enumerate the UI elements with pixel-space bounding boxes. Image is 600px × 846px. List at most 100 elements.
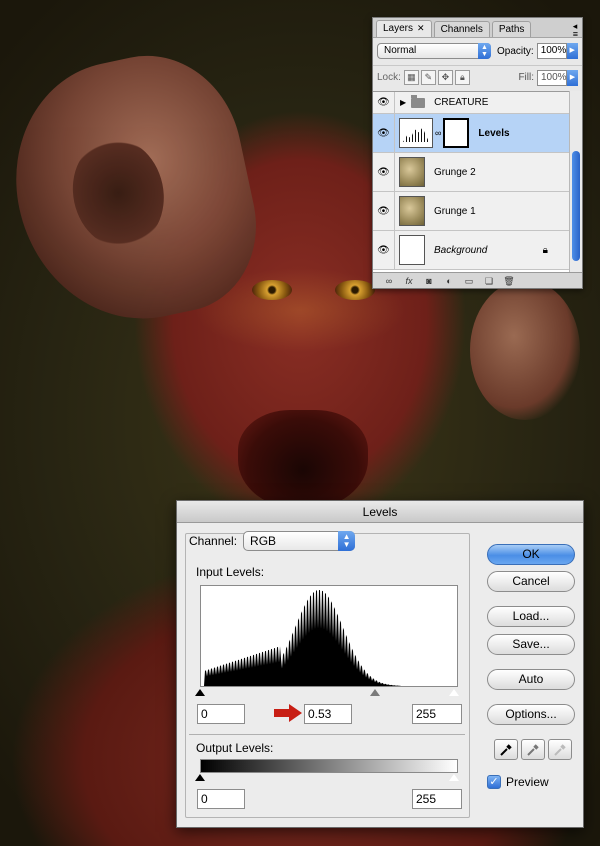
save-button[interactable]: Save...: [487, 634, 575, 655]
separator: [189, 734, 465, 735]
output-black-handle[interactable]: [195, 774, 205, 781]
select-arrows-icon: ▲ ▼: [338, 531, 356, 551]
auto-button[interactable]: Auto: [487, 669, 575, 690]
output-slider[interactable]: [195, 773, 460, 784]
input-gamma-handle[interactable]: [370, 689, 380, 696]
lock-position-icon[interactable]: ✥: [437, 70, 453, 85]
input-black-field[interactable]: 0: [197, 704, 245, 724]
layer-row-background[interactable]: 👁︎ Background 🔒︎: [373, 231, 570, 270]
channel-label: Channel:: [189, 534, 238, 548]
input-black-handle[interactable]: [195, 689, 205, 696]
layer-name: Grunge 2: [434, 166, 476, 178]
right-eye-image: [335, 280, 375, 300]
lock-row: Lock: ▦ ✎ ✥ 🔒︎ Fill: 100% ▶: [373, 65, 582, 89]
fill-label: Fill:: [518, 72, 534, 83]
opacity-label: Opacity:: [497, 45, 534, 57]
white-eyedropper-icon[interactable]: [548, 739, 572, 760]
layer-row-levels[interactable]: 👁︎ ∞ Levels: [373, 114, 570, 153]
mouth-image: [238, 410, 368, 510]
lock-transparency-icon[interactable]: ▦: [403, 70, 419, 85]
close-icon[interactable]: ✕: [417, 23, 425, 33]
link-layers-icon[interactable]: ∞: [379, 275, 399, 287]
layer-name: Levels: [478, 127, 510, 139]
panel-menu-icon[interactable]: ◂ ≡: [573, 22, 578, 39]
layer-row-creature[interactable]: 👁︎ ▶ CREATURE: [373, 92, 570, 114]
input-slider[interactable]: [195, 688, 460, 699]
tab-paths-label: Paths: [498, 24, 525, 35]
input-white-handle[interactable]: [448, 688, 460, 697]
input-white-field[interactable]: 255: [412, 704, 462, 724]
histogram: [200, 585, 458, 687]
panel-tab-bar: Layers ✕ Channels Paths ◂ ≡: [373, 18, 582, 39]
red-arrow-icon: [274, 704, 302, 722]
layers-panel: Layers ✕ Channels Paths ◂ ≡ Normal ▲ ▼ Opac…: [372, 17, 583, 289]
levels-dialog: Levels Channel: RGB ▲ ▼ Input Levels: 0 0…: [176, 500, 584, 828]
scrollbar-thumb[interactable]: [572, 151, 580, 261]
expand-triangle-icon[interactable]: ▶: [400, 98, 406, 107]
output-white-handle[interactable]: [448, 773, 460, 782]
visibility-eye-icon[interactable]: 👁︎: [373, 114, 395, 152]
layer-mask-thumbnail[interactable]: [443, 118, 470, 148]
folder-icon: [411, 94, 426, 108]
gray-eyedropper-icon[interactable]: [521, 739, 545, 760]
adjustment-layer-icon[interactable]: ◐: [439, 275, 459, 287]
blend-row: Normal ▲ ▼ Opacity: 100% ▶: [373, 40, 582, 62]
layer-thumbnail: [399, 196, 425, 226]
tab-channels[interactable]: Channels: [433, 21, 490, 37]
opacity-slider-arrow-icon[interactable]: ▶: [566, 43, 578, 59]
tab-paths[interactable]: Paths: [491, 21, 532, 37]
layers-scrollbar[interactable]: [569, 91, 582, 273]
output-levels-label: Output Levels:: [196, 741, 274, 755]
dialog-title: Levels: [177, 501, 583, 523]
visibility-eye-icon[interactable]: 👁︎: [373, 192, 395, 230]
visibility-eye-icon[interactable]: 👁︎: [373, 153, 395, 191]
ok-button[interactable]: OK: [487, 544, 575, 565]
lock-all-icon[interactable]: 🔒︎: [454, 70, 470, 85]
lock-brush-icon[interactable]: ✎: [420, 70, 436, 85]
layer-row-grunge-2[interactable]: 👁︎ Grunge 2: [373, 153, 570, 192]
channel-value: RGB: [250, 534, 277, 548]
preview-row: ✓ Preview: [487, 775, 549, 789]
opacity-input[interactable]: 100%: [536, 43, 567, 59]
tab-layers-label: Layers: [383, 23, 414, 34]
output-black-field[interactable]: 0: [197, 789, 245, 809]
load-button[interactable]: Load...: [487, 606, 575, 627]
lock-icon: 🔒︎: [542, 244, 548, 256]
fill-slider-arrow-icon[interactable]: ▶: [567, 69, 578, 86]
blend-mode-value: Normal: [384, 45, 417, 56]
layer-thumbnail: [399, 235, 425, 265]
options-button[interactable]: Options...: [487, 704, 575, 725]
histogram-graph: [201, 590, 457, 686]
output-white-field[interactable]: 255: [412, 789, 462, 809]
layer-thumbnail: [399, 157, 425, 187]
output-gradient-bar: [200, 759, 458, 773]
layer-row-grunge-1[interactable]: 👁︎ Grunge 1: [373, 192, 570, 231]
visibility-eye-icon[interactable]: 👁︎: [373, 231, 395, 269]
new-group-icon[interactable]: ▭: [459, 275, 479, 287]
channel-select[interactable]: RGB ▲ ▼: [243, 531, 356, 551]
channel-row: Channel: RGB ▲ ▼: [189, 531, 356, 551]
left-eye-image: [252, 280, 292, 300]
lock-label: Lock:: [377, 72, 401, 83]
chain-link-icon[interactable]: ∞: [435, 128, 441, 138]
select-arrows-icon: ▲ ▼: [478, 43, 491, 59]
preview-label: Preview: [506, 775, 549, 789]
visibility-eye-icon[interactable]: 👁︎: [373, 92, 395, 113]
add-mask-icon[interactable]: ◙: [419, 275, 439, 287]
tab-channels-label: Channels: [440, 24, 483, 35]
levels-adjustment-icon: [399, 118, 433, 148]
layer-list: 👁︎ ▶ CREATURE 👁︎ ∞ Levels 👁︎ Grunge 2 👁︎…: [373, 91, 570, 273]
layer-name: CREATURE: [434, 97, 489, 108]
left-horn-image: [0, 38, 273, 342]
fill-input[interactable]: 100%: [537, 69, 567, 86]
new-layer-icon[interactable]: ❏: [479, 275, 499, 287]
blend-mode-select[interactable]: Normal ▲ ▼: [377, 43, 491, 59]
cancel-button[interactable]: Cancel: [487, 571, 575, 592]
tab-layers[interactable]: Layers ✕: [376, 20, 432, 37]
preview-checkbox[interactable]: ✓: [487, 775, 501, 789]
trash-icon[interactable]: 🗑︎: [499, 275, 519, 287]
panel-footer: ∞ fx ◙ ◐ ▭ ❏ 🗑︎: [373, 272, 582, 288]
layer-style-icon[interactable]: fx: [399, 275, 419, 287]
black-eyedropper-icon[interactable]: [494, 739, 518, 760]
input-gamma-field[interactable]: 0.53: [304, 704, 352, 724]
